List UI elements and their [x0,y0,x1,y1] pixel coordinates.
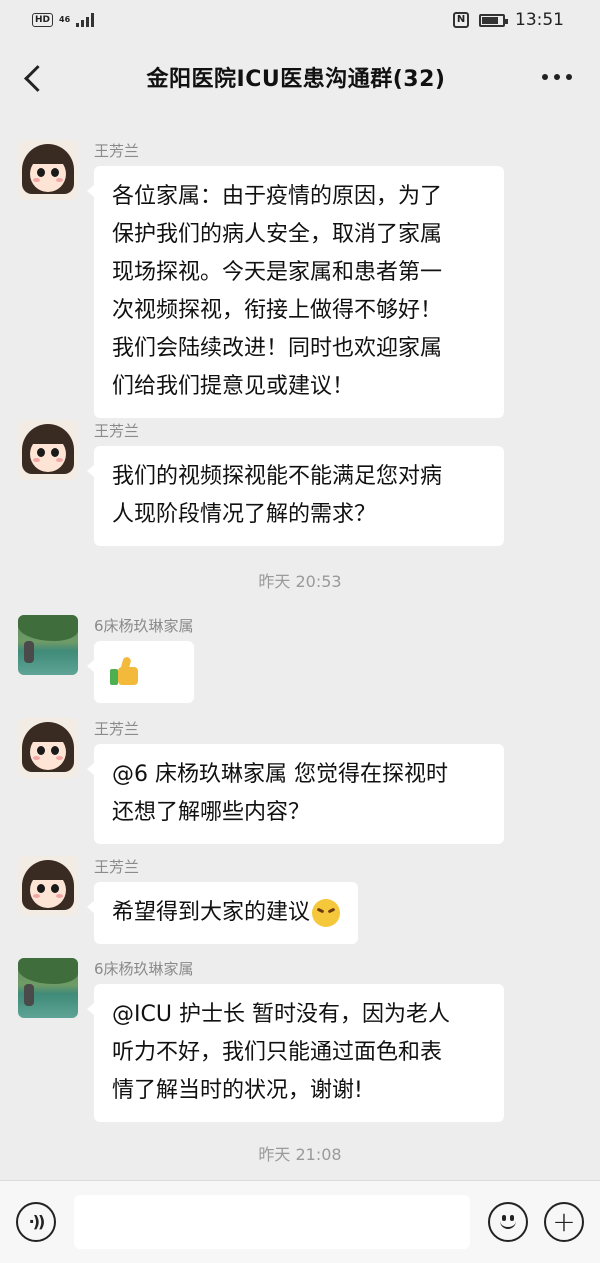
smile-icon[interactable] [488,1202,528,1242]
chevron-left-icon[interactable] [20,57,50,97]
plus-icon[interactable]: + [544,1202,584,1242]
avatar[interactable] [18,420,78,480]
message-bubble[interactable] [87,641,194,703]
nav-bar: 金阳医院ICU医患沟通群(32) [0,40,600,114]
voice-icon[interactable]: ·)) [16,1202,56,1242]
more-dots-icon[interactable] [541,74,572,80]
status-left: HD 46 [32,13,95,27]
message-item: 王芳兰 我们的视频探视能不能满足您对病 人现阶段情况了解的需求？ [18,420,504,546]
message-line: 们给我们提意见或建议！ [112,374,355,399]
message-bubble[interactable]: 希望得到大家的建议 [86,882,359,944]
message-line: 希望得到大家的建议 [112,900,311,925]
message-item: 王芳兰 希望得到大家的建议 [18,856,359,944]
message-line: @6 床杨玖琳家属 您觉得在探视时 [112,762,448,787]
message-line: 听力不好，我们只能通过面色和表 [112,1040,443,1065]
message-input[interactable] [74,1195,470,1249]
message-line: 我们的视频探视能不能满足您对病 [112,464,443,489]
message-line: 情了解当时的状况，谢谢! [112,1078,363,1103]
sender-name: 王芳兰 [94,720,140,738]
network-type: 46 [59,15,71,24]
sender-name: 6床杨玖琳家属 [94,960,194,978]
avatar[interactable] [18,958,78,1018]
frown-face-icon [312,899,341,927]
message-line: @ICU 护士长 暂时没有，因为老人 [112,1002,450,1027]
message-item: 6床杨玖琳家属 [18,615,194,703]
avatar[interactable] [18,856,78,916]
message-line: 人现阶段情况了解的需求？ [112,502,377,527]
avatar[interactable] [18,615,78,675]
hd-badge: HD [32,13,54,27]
message-item: 6床杨玖琳家属 @ICU 护士长 暂时没有，因为老人 听力不好，我们只能通过面色… [18,958,504,1122]
status-bar: HD 46 N 13:51 [0,0,600,40]
avatar[interactable] [18,718,78,778]
timestamp: 昨天 21:08 [258,1145,342,1164]
clock: 13:51 [515,10,564,30]
avatar[interactable] [18,140,78,200]
page-title: 金阳医院ICU医患沟通群(32) [146,67,446,92]
message-item: 王芳兰 @6 床杨玖琳家属 您觉得在探视时 还想了解哪些内容？ [18,718,504,844]
message-line: 还想了解哪些内容？ [112,800,311,825]
nfc-icon: N [453,12,469,28]
message-bubble[interactable]: @ICU 护士长 暂时没有，因为老人 听力不好，我们只能通过面色和表 情了解当时… [87,984,504,1122]
message-line: 现场探视。今天是家属和患者第一 [112,260,443,285]
message-bubble[interactable]: @6 床杨玖琳家属 您觉得在探视时 还想了解哪些内容？ [87,744,504,844]
signal-icon [76,13,95,27]
message-line: 次视频探视，衔接上做得不够好！ [112,298,443,323]
sender-name: 王芳兰 [94,142,140,160]
thumbs-up-icon [110,656,140,687]
message-item: 王芳兰 各位家属：由于疫情的原因，为了 保护我们的病人安全，取消了家属 现场探视… [18,140,504,418]
input-bar: ·)) + [0,1180,600,1263]
status-right: N 13:51 [453,10,564,30]
sender-name: 王芳兰 [94,858,140,876]
message-bubble[interactable]: 我们的视频探视能不能满足您对病 人现阶段情况了解的需求？ [87,446,504,546]
message-bubble[interactable]: 各位家属：由于疫情的原因，为了 保护我们的病人安全，取消了家属 现场探视。今天是… [87,166,504,418]
sender-name: 6床杨玖琳家属 [94,617,194,635]
sender-name: 王芳兰 [94,422,140,440]
timestamp: 昨天 20:53 [258,572,342,591]
message-line: 保护我们的病人安全，取消了家属 [112,222,443,247]
message-line: 我们会陆续改进！同时也欢迎家属 [112,336,443,361]
battery-icon [479,13,508,27]
message-line: 各位家属：由于疫情的原因，为了 [112,184,443,209]
